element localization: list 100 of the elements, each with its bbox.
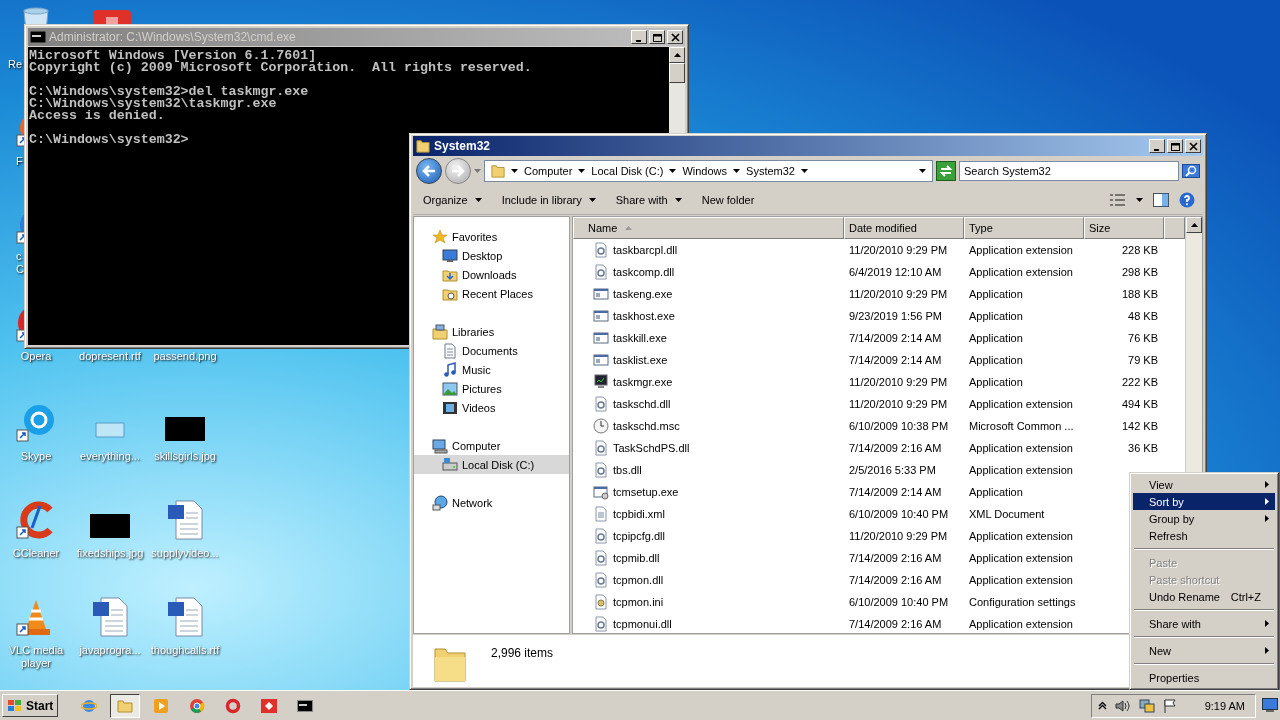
app-icon[interactable] (16, 403, 56, 443)
nav-item[interactable]: Favorites (414, 227, 569, 246)
caret-icon[interactable] (669, 169, 677, 173)
nav-item[interactable]: Documents (414, 341, 569, 360)
submenu-arrow-icon[interactable] (1265, 647, 1269, 654)
app-icon[interactable] (261, 697, 278, 714)
nav-item[interactable]: Downloads (414, 265, 569, 284)
menu-item[interactable]: Refresh (1133, 527, 1275, 544)
picture-icon[interactable] (442, 380, 458, 397)
document-icon[interactable] (90, 597, 130, 637)
toolbar-button[interactable]: New folder (693, 191, 763, 209)
menu-item[interactable]: Share with (1133, 615, 1275, 632)
breadcrumb-item[interactable]: System32 (746, 165, 795, 177)
breadcrumb-item[interactable]: Computer (524, 165, 573, 177)
file-name[interactable]: taskkill.exe (613, 332, 667, 344)
caret-icon[interactable] (733, 169, 741, 173)
nav-item[interactable]: Music (414, 360, 569, 379)
file-name[interactable]: tcpmon.ini (613, 596, 664, 608)
file-name[interactable]: taskcomp.dll (613, 266, 675, 278)
file-name[interactable]: tcmsetup.exe (613, 486, 679, 498)
menu-item[interactable]: Sort by (1133, 493, 1275, 510)
caret-icon[interactable] (578, 169, 586, 173)
toolbar-button[interactable]: Include in library (493, 191, 604, 209)
submenu-arrow-icon[interactable] (1265, 481, 1269, 488)
network-icon[interactable] (1138, 698, 1155, 713)
nav-item[interactable]: Videos (414, 398, 569, 417)
submenu-arrow-icon[interactable] (1265, 498, 1269, 505)
taskbar-button[interactable] (110, 693, 141, 718)
document-icon[interactable] (165, 597, 205, 637)
column-header[interactable]: Name (573, 217, 844, 239)
film-icon[interactable] (442, 399, 458, 416)
dropdown-caret-icon[interactable] (919, 169, 926, 173)
caret-icon[interactable] (474, 198, 482, 202)
document-icon[interactable] (165, 500, 205, 540)
scroll-thumb[interactable] (669, 63, 685, 83)
toolbar-button[interactable]: Share with (607, 191, 690, 209)
submenu-arrow-icon[interactable] (1265, 620, 1269, 627)
caret-icon[interactable] (1136, 198, 1143, 202)
file-name[interactable]: tcpmib.dll (613, 552, 660, 564)
column-header[interactable]: Size (1084, 217, 1164, 239)
file-name[interactable]: tcpbidi.xml (613, 508, 665, 520)
address-bar[interactable]: Computer Local Disk (C:) Windows System32 (484, 160, 933, 182)
desktop-icon[interactable] (442, 247, 458, 264)
caret-icon[interactable] (800, 169, 808, 173)
file-name[interactable]: tcpmonui.dll (613, 618, 672, 630)
search-field[interactable]: Search System32 (959, 161, 1179, 181)
view-list-icon[interactable] (1110, 194, 1126, 206)
menu-item[interactable]: New (1133, 642, 1275, 659)
star-icon[interactable] (432, 228, 448, 245)
console-icon[interactable] (297, 697, 314, 714)
nav-item[interactable]: Libraries (414, 322, 569, 341)
computer-icon[interactable] (432, 437, 448, 454)
speaker-icon[interactable] (1114, 698, 1131, 713)
breadcrumb-item[interactable]: Local Disk (C:) (591, 165, 664, 177)
nav-item[interactable]: Network (414, 493, 569, 512)
help-icon[interactable] (1179, 192, 1195, 208)
file-name[interactable]: taskmgr.exe (613, 376, 673, 388)
toolbar-button[interactable]: Organize (415, 191, 490, 209)
scroll-up-icon[interactable] (673, 53, 681, 57)
back-button[interactable] (416, 158, 442, 184)
scroll-up-button[interactable] (669, 47, 685, 63)
file-name[interactable]: taskschd.dll (613, 398, 671, 410)
breadcrumb-item[interactable]: Windows (682, 165, 728, 177)
caret-icon[interactable] (511, 169, 518, 173)
nav-item[interactable]: Local Disk (C:) (414, 455, 569, 474)
start-button[interactable]: Start (2, 694, 59, 717)
file-name[interactable]: TaskSchdPS.dll (613, 442, 690, 454)
caret-icon[interactable] (588, 198, 596, 202)
file-name[interactable]: tbs.dll (613, 464, 642, 476)
browser-logo-icon[interactable] (189, 697, 206, 714)
file-name[interactable]: tcpipcfg.dll (613, 530, 665, 542)
nav-item[interactable]: Desktop (414, 246, 569, 265)
nav-item[interactable]: Computer (414, 436, 569, 455)
file-name[interactable]: tcpmon.dll (613, 574, 664, 586)
file-name[interactable]: taskschd.msc (613, 420, 680, 432)
scroll-up-icon[interactable] (1190, 223, 1198, 227)
chevron-up-icon[interactable] (1097, 701, 1107, 710)
column-header[interactable]: Date modified (844, 217, 964, 239)
file-name[interactable]: taskeng.exe (613, 288, 673, 300)
clock[interactable]: 9:19 AM (1204, 699, 1245, 712)
menu-item[interactable]: Undo Rename Ctrl+Z (1133, 588, 1275, 605)
submenu-arrow-icon[interactable] (1265, 515, 1269, 522)
menu-item[interactable]: View (1133, 476, 1275, 493)
preview-pane-icon[interactable] (1153, 193, 1169, 207)
music-note-icon[interactable] (442, 361, 458, 378)
column-header[interactable]: Type (964, 217, 1084, 239)
menu-item[interactable]: Properties (1133, 669, 1275, 686)
library-icon[interactable] (432, 323, 448, 340)
menu-item[interactable]: Group by (1133, 510, 1275, 527)
caret-icon[interactable] (674, 198, 682, 202)
scroll-up-button[interactable] (1186, 217, 1202, 233)
flag-icon[interactable] (7, 698, 23, 713)
back-arrow-icon[interactable] (422, 165, 436, 177)
file-name[interactable]: taskhost.exe (613, 310, 675, 322)
file-name[interactable]: taskbarcpl.dll (613, 244, 678, 256)
nav-item[interactable]: Pictures (414, 379, 569, 398)
nav-item[interactable]: Recent Places (414, 284, 569, 303)
network-icon[interactable] (432, 494, 448, 511)
flag-icon[interactable] (1162, 698, 1177, 713)
file-name[interactable]: tasklist.exe (613, 354, 668, 366)
